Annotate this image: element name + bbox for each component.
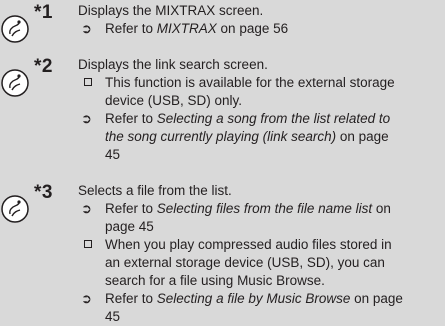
refer-link[interactable]: MIXTRAX bbox=[157, 21, 217, 36]
touch-key-icon bbox=[1, 15, 29, 43]
note-line: When you play compressed audio files sto… bbox=[105, 237, 392, 252]
note-line: an external storage device (USB, SD), yo… bbox=[105, 255, 385, 270]
refer-page: 45 bbox=[105, 309, 121, 324]
checkbox-bullet-icon bbox=[84, 240, 92, 248]
refer-suffix: on page 56 bbox=[216, 21, 289, 36]
refer-link[interactable]: Selecting a file by Music Browse bbox=[157, 291, 351, 306]
checkbox-bullet-icon bbox=[84, 78, 92, 86]
entry-title: Displays the link search screen. bbox=[78, 57, 268, 72]
arrow-icon: ➲ bbox=[81, 201, 92, 216]
marker-label: *2 bbox=[34, 56, 53, 77]
refer-suffix: on page bbox=[350, 291, 403, 306]
refer-prefix: Refer to bbox=[105, 291, 157, 306]
entry-body: Displays the MIXTRAX screen. ➲ Refer to … bbox=[78, 2, 440, 38]
touch-key-icon bbox=[1, 195, 29, 223]
refer-item: ➲ Refer to Selecting files from the file… bbox=[78, 200, 440, 236]
arrow-icon: ➲ bbox=[81, 21, 92, 36]
marker-2: *2 bbox=[0, 56, 78, 97]
marker-3: *3 bbox=[0, 182, 78, 223]
entry-title: Displays the MIXTRAX screen. bbox=[78, 3, 264, 18]
marker-1: *1 bbox=[0, 2, 78, 43]
refer-link[interactable]: the song currently playing (link search) bbox=[105, 129, 336, 144]
refer-item: ➲ Refer to Selecting a file by Music Bro… bbox=[78, 290, 440, 326]
note-item: When you play compressed audio files sto… bbox=[78, 236, 440, 290]
touch-key-icon bbox=[1, 69, 29, 97]
note-line: search for a file using Music Browse. bbox=[105, 273, 325, 288]
refer-suffix: on bbox=[372, 201, 391, 216]
arrow-icon: ➲ bbox=[81, 291, 92, 306]
refer-prefix: Refer to bbox=[105, 111, 157, 126]
refer-prefix: Refer to bbox=[105, 21, 157, 36]
refer-prefix: Refer to bbox=[105, 201, 157, 216]
refer-link[interactable]: Selecting files from the file name list bbox=[157, 201, 372, 216]
refer-suffix: on page bbox=[336, 129, 389, 144]
note-line: This function is available for the exter… bbox=[105, 75, 395, 90]
note-item: This function is available for the exter… bbox=[78, 74, 440, 110]
marker-label: *3 bbox=[34, 182, 53, 203]
refer-link[interactable]: Selecting a song from the list related t… bbox=[157, 111, 390, 126]
note-line: device (USB, SD) only. bbox=[105, 93, 243, 108]
entry-title: Selects a file from the list. bbox=[78, 183, 232, 198]
manual-page: *1 Displays the MIXTRAX screen. ➲ Refer … bbox=[0, 0, 445, 324]
refer-item: ➲ Refer to MIXTRAX on page 56 bbox=[78, 20, 440, 38]
entry-body: Displays the link search screen. This fu… bbox=[78, 56, 440, 164]
refer-item: ➲ Refer to Selecting a song from the lis… bbox=[78, 110, 440, 164]
refer-page: 45 bbox=[105, 147, 121, 162]
refer-page: page 45 bbox=[105, 219, 154, 234]
arrow-icon: ➲ bbox=[81, 111, 92, 126]
entry-body: Selects a file from the list. ➲ Refer to… bbox=[78, 182, 440, 326]
marker-label: *1 bbox=[34, 2, 53, 23]
